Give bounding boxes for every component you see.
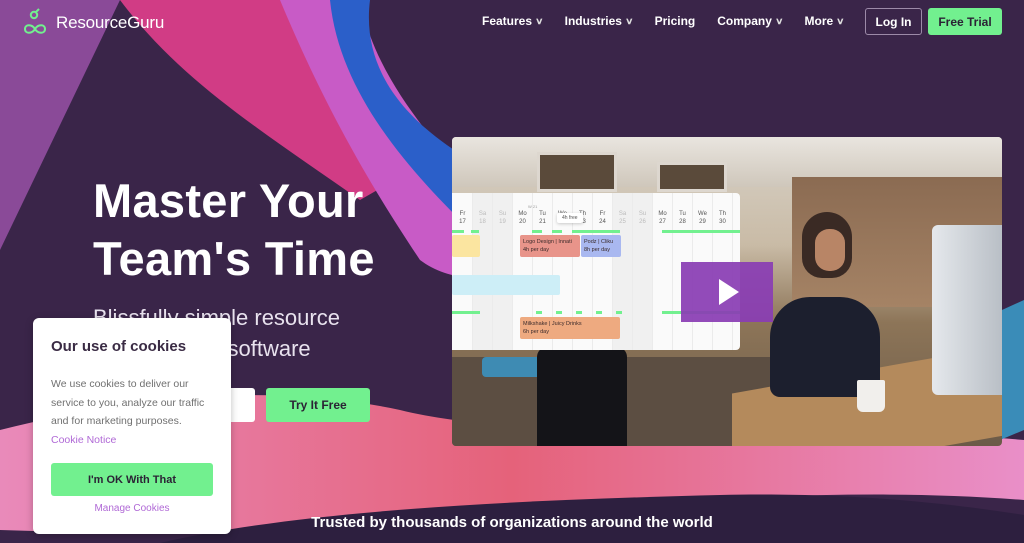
video-photo-mug xyxy=(857,380,885,412)
calendar-day-header: Sa xyxy=(618,211,627,217)
calendar-day-date: 25 xyxy=(619,219,626,225)
manage-cookies-link[interactable]: Manage Cookies xyxy=(33,503,231,514)
booking-hours: 8h per day xyxy=(584,247,610,253)
calendar-week-label: W 21 xyxy=(528,204,538,209)
calendar-day-header: Th xyxy=(718,211,726,217)
availability-tooltip: 4h free xyxy=(557,213,583,223)
nav-industries[interactable]: Industries ∨ xyxy=(564,14,634,28)
calendar-day-date: 27 xyxy=(659,219,666,225)
calendar-day-header: Fr xyxy=(459,211,466,217)
cookie-notice-link[interactable]: Cookie Notice xyxy=(51,434,116,446)
calendar-day-header: Sa xyxy=(478,211,487,217)
trusted-by-text: Trusted by thousands of organizations ar… xyxy=(311,514,713,531)
calendar-booking xyxy=(452,235,480,257)
hero-title-line1: Master Your xyxy=(93,174,364,227)
nav-features[interactable]: Features ∨ xyxy=(482,14,544,28)
availability-bar xyxy=(471,230,479,233)
cookie-banner: Our use of cookies We use cookies to del… xyxy=(33,318,231,534)
calendar-day-header: Su xyxy=(638,211,647,217)
calendar-day-date: 21 xyxy=(539,219,546,225)
calendar-day-header: Mo xyxy=(658,211,667,217)
availability-bar xyxy=(616,311,622,314)
hero-title-line2: Team's Time xyxy=(93,232,375,285)
cookie-description: We use cookies to deliver our service to… xyxy=(51,378,205,427)
accept-cookies-button[interactable]: I'm OK With That xyxy=(51,463,213,496)
booking-title: Logo Design | Innati xyxy=(523,239,572,245)
booking-hours: 4h per day xyxy=(523,247,549,253)
cookie-text: We use cookies to deliver our service to… xyxy=(51,375,216,449)
calendar-day-header: Fr xyxy=(599,211,606,217)
chevron-down-icon: ∨ xyxy=(535,15,544,26)
nav-more-label: More xyxy=(804,14,834,28)
availability-bar xyxy=(552,230,562,233)
play-icon xyxy=(719,279,739,305)
product-video[interactable]: Fr17Sa18Su19Mo20Tu21We22Th23Fr24Sa25Su26… xyxy=(452,137,1002,446)
chevron-down-icon: ∨ xyxy=(624,15,634,26)
video-photo-monitor xyxy=(932,225,1002,395)
try-it-free-button[interactable]: Try It Free xyxy=(266,388,370,422)
calendar-day-column: Mo 27 xyxy=(653,193,673,350)
calendar-day-date: 19 xyxy=(499,219,506,225)
availability-bar xyxy=(452,311,480,314)
availability-bar xyxy=(452,230,464,233)
cookie-title: Our use of cookies xyxy=(51,338,187,355)
nav-pricing-label: Pricing xyxy=(654,14,696,28)
booking-hours: 6h per day xyxy=(523,329,549,335)
calendar-day-header: We xyxy=(698,211,707,217)
nav-company-label: Company xyxy=(717,14,772,28)
availability-bar xyxy=(662,230,740,233)
login-button[interactable]: Log In xyxy=(865,8,922,35)
nav-company[interactable]: Company ∨ xyxy=(717,14,784,28)
free-trial-button[interactable]: Free Trial xyxy=(928,8,1002,35)
calendar-booking: Logo Design | Innati 4h per day xyxy=(520,235,580,257)
calendar-booking: Podz | Cliku 8h per day xyxy=(581,235,621,257)
calendar-day-date: 24 xyxy=(599,219,606,225)
calendar-day-date: 18 xyxy=(479,219,486,225)
nav-more[interactable]: More ∨ xyxy=(804,14,845,28)
video-photo-window xyxy=(537,152,617,192)
nav-links: Features ∨ Industries ∨ Pricing Company … xyxy=(482,14,866,28)
chevron-down-icon: ∨ xyxy=(774,15,784,26)
calendar-booking xyxy=(452,275,560,295)
logo-infinity-icon xyxy=(23,8,47,34)
calendar-day-date: 20 xyxy=(519,219,526,225)
calendar-day-column: Sa 18 xyxy=(473,193,493,350)
nav-features-label: Features xyxy=(482,14,533,28)
calendar-day-date: 30 xyxy=(719,219,726,225)
availability-bar xyxy=(536,311,542,314)
calendar-booking: Milkshake | Juicy Drinks 6h per day xyxy=(520,317,620,339)
nav-pricing[interactable]: Pricing xyxy=(655,14,696,28)
play-video-button[interactable] xyxy=(681,262,773,322)
hero-title: Master Your Team's Time xyxy=(93,172,375,288)
calendar-day-date: 29 xyxy=(699,219,706,225)
calendar-day-date: 17 xyxy=(459,219,466,225)
calendar-day-header: Su xyxy=(498,211,507,217)
calendar-day-column: Fr 17 xyxy=(453,193,473,350)
availability-bar xyxy=(532,230,542,233)
calendar-day-date: 28 xyxy=(679,219,686,225)
video-photo-chair xyxy=(482,357,542,377)
availability-bar xyxy=(556,311,562,314)
availability-bar xyxy=(596,311,602,314)
video-photo-coat xyxy=(537,347,627,446)
calendar-day-header: Mo xyxy=(518,211,527,217)
availability-bar xyxy=(572,230,620,233)
video-photo-person-face xyxy=(815,229,845,271)
booking-title: Podz | Cliku xyxy=(584,239,614,245)
top-nav: ResourceGuru Features ∨ Industries ∨ Pri… xyxy=(0,0,1024,44)
availability-bar xyxy=(576,311,582,314)
calendar-day-header: Tu xyxy=(679,211,686,217)
calendar-day-header: Tu xyxy=(539,211,546,217)
calendar-day-column: Su 19 xyxy=(493,193,513,350)
chevron-down-icon: ∨ xyxy=(836,15,845,26)
nav-industries-label: Industries xyxy=(564,14,622,28)
logo[interactable]: ResourceGuru xyxy=(20,8,164,38)
booking-title: Milkshake | Juicy Drinks xyxy=(523,321,582,327)
calendar-day-column: Su 26 xyxy=(633,193,653,350)
calendar-day-date: 26 xyxy=(639,219,646,225)
video-photo-window xyxy=(657,162,727,192)
logo-text: ResourceGuru xyxy=(56,13,165,32)
